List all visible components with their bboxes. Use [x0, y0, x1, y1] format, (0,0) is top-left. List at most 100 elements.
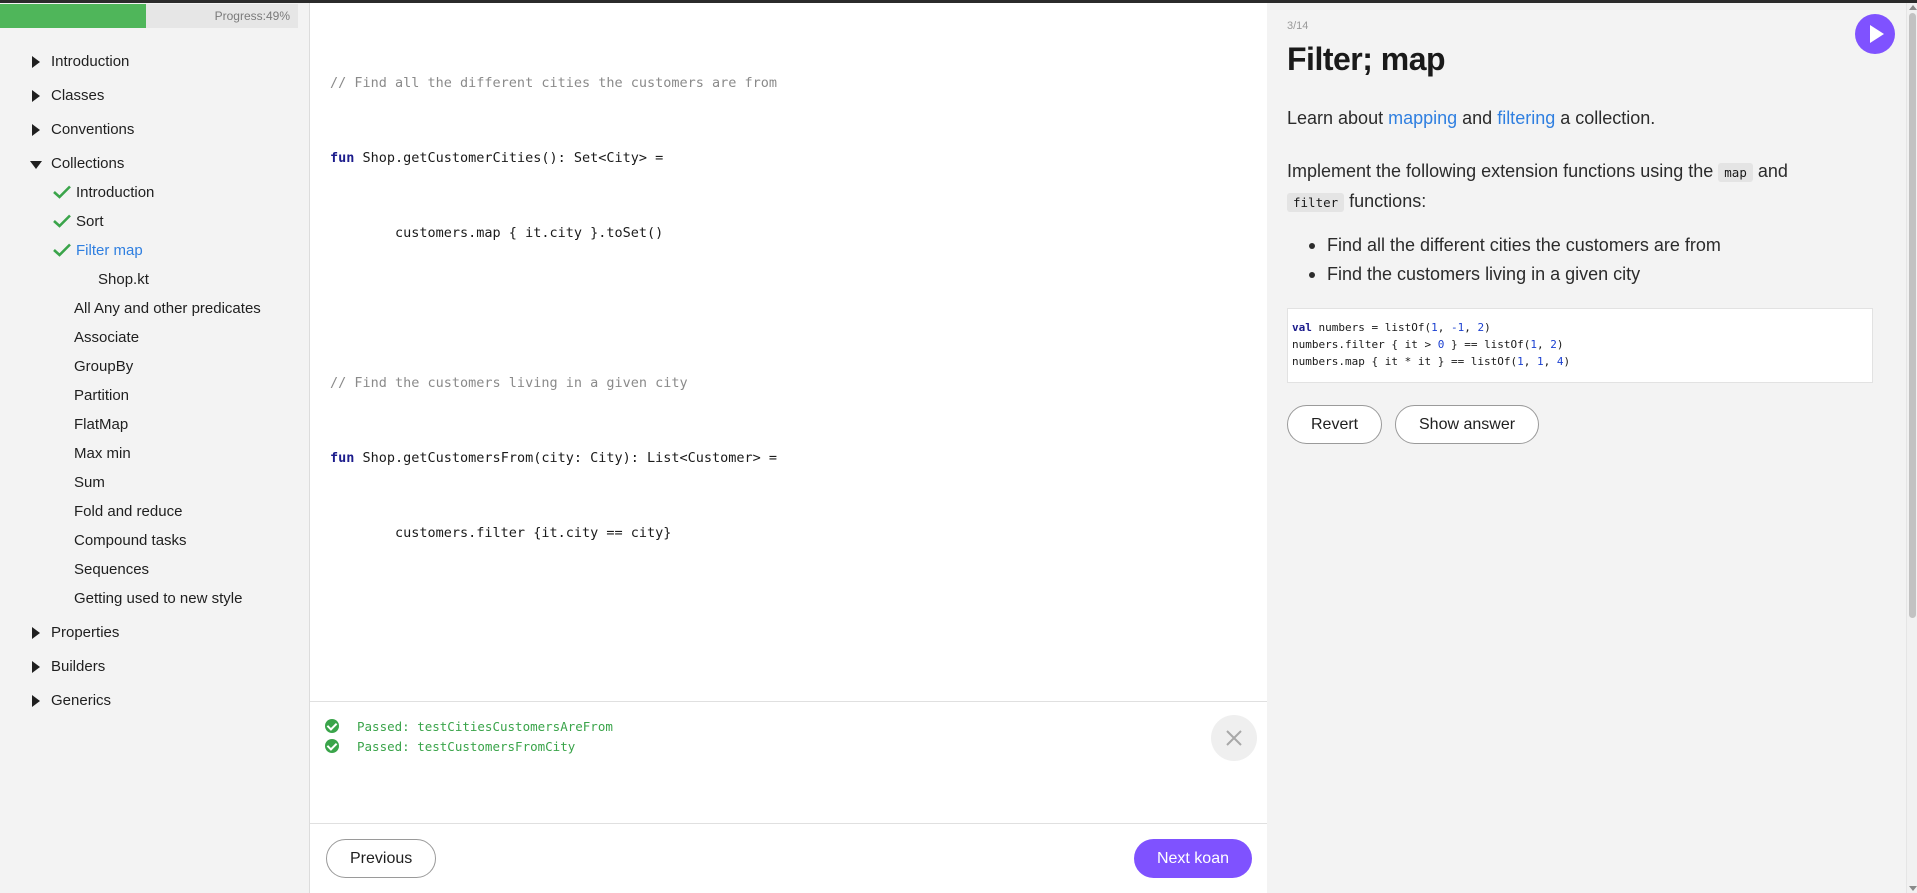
sidebar-item-label: FlatMap [74, 416, 129, 433]
show-answer-button[interactable]: Show answer [1395, 405, 1540, 444]
code-text-span: ) [1484, 321, 1491, 334]
code-number: 2 [1550, 338, 1557, 351]
next-koan-button[interactable]: Next koan [1133, 839, 1252, 878]
sidebar-section-generics[interactable]: Generics [32, 689, 111, 713]
check-circle-icon [325, 739, 339, 753]
mapping-link[interactable]: mapping [1388, 108, 1457, 128]
sidebar-item-sum[interactable]: Sum [74, 471, 105, 495]
sidebar-item-new-style[interactable]: Getting used to new style [74, 587, 242, 611]
progress-fill [0, 4, 146, 28]
sidebar-item-all-any[interactable]: All Any and other predicates [74, 297, 261, 321]
code-keyword: val [1292, 321, 1312, 334]
previous-button[interactable]: Previous [326, 839, 437, 878]
check-icon [53, 185, 71, 199]
sidebar-section-conventions[interactable]: Conventions [32, 118, 134, 142]
scroll-down-arrow-icon[interactable] [1909, 886, 1917, 891]
sample-line: val numbers = listOf(1, -1, 2) [1292, 319, 1868, 336]
page-scrollbar[interactable] [1906, 3, 1917, 893]
sidebar-item-associate[interactable]: Associate [74, 326, 139, 350]
instruction-text: and [1752, 161, 1788, 181]
sidebar-section-introduction[interactable]: Introduction [32, 50, 129, 74]
sidebar-item-groupby[interactable]: GroupBy [74, 355, 133, 379]
code-line: // Find all the different cities the cus… [330, 71, 777, 96]
sidebar-section-label: Builders [51, 658, 106, 675]
sidebar-item-compound-tasks[interactable]: Compound tasks [74, 529, 187, 553]
progress-text: Progress:49% [214, 9, 290, 23]
sidebar-item-label: Compound tasks [74, 532, 187, 549]
test-result-text: Passed: testCitiesCustomersAreFrom [357, 718, 613, 734]
sidebar-item-flatmap[interactable]: FlatMap [74, 413, 128, 437]
progress-bar: Progress:49% [0, 3, 309, 28]
triangle-right-icon [32, 627, 40, 639]
sidebar-item-sort[interactable]: Sort [0, 210, 300, 234]
task-bullet: Find the customers living in a given cit… [1309, 260, 1721, 289]
triangle-right-icon [32, 695, 40, 707]
code-text-span: , [1543, 355, 1557, 368]
code-text-span: customers.map { it.city }.toSet() [330, 225, 664, 241]
task-bullet: Find all the different cities the custom… [1309, 231, 1721, 260]
test-result-row: Passed: testCitiesCustomersAreFrom [325, 717, 613, 735]
code-text-span: numbers.filter { it > [1292, 338, 1438, 351]
koans-app: Progress:49% Introduction Classes Conven… [0, 3, 1917, 893]
sidebar-item-label: All Any and other predicates [74, 300, 261, 317]
code-text[interactable]: // Find all the different cities the cus… [330, 21, 777, 596]
sidebar-item-label: Max min [74, 445, 131, 462]
code-line: // Find the customers living in a given … [330, 371, 777, 396]
sidebar-item-collections-introduction[interactable]: Introduction [0, 181, 300, 205]
intro-text: Learn about [1287, 108, 1389, 128]
triangle-right-icon [32, 124, 40, 136]
revert-button[interactable]: Revert [1287, 405, 1383, 444]
inline-code-map: map [1718, 163, 1753, 182]
code-keyword: fun [330, 450, 355, 466]
sample-line: numbers.filter { it > 0 } == listOf(1, 2… [1292, 336, 1868, 353]
sample-line: numbers.map { it * it } == listOf(1, 1, … [1292, 353, 1868, 370]
code-text-span: numbers.map { it * it } == listOf( [1292, 355, 1518, 368]
code-text-span: numbers = listOf( [1311, 321, 1432, 334]
code-number: 1 [1517, 355, 1524, 368]
sidebar-section-label: Properties [51, 624, 120, 641]
code-text-span: , [1537, 338, 1551, 351]
sidebar-section-collections[interactable]: Collections [30, 152, 124, 176]
code-keyword: fun [330, 150, 355, 166]
sidebar-item-label: Filter map [76, 242, 143, 259]
sidebar-item-filter-map[interactable]: Filter map [0, 239, 300, 263]
check-circle-icon [325, 719, 339, 733]
sidebar-item-max-min[interactable]: Max min [74, 442, 131, 466]
test-result-row: Passed: testCustomersFromCity [325, 737, 575, 755]
sidebar: Progress:49% Introduction Classes Conven… [0, 3, 310, 893]
triangle-right-icon [32, 661, 40, 673]
test-result-text: Passed: testCustomersFromCity [357, 738, 576, 754]
sidebar-section-classes[interactable]: Classes [32, 84, 104, 108]
sidebar-section-label: Conventions [51, 121, 135, 138]
code-text-span: ) [1563, 355, 1571, 368]
instruction-text: functions: [1344, 191, 1427, 211]
scroll-up-arrow-icon[interactable] [1909, 5, 1917, 10]
filtering-link[interactable]: filtering [1497, 108, 1555, 128]
code-line: customers.map { it.city }.toSet() [330, 221, 777, 246]
task-description: 3/14 Filter; map Learn about mapping and… [1267, 3, 1906, 893]
close-results-button[interactable] [1211, 715, 1257, 761]
sidebar-file-shop-kt[interactable]: Shop.kt [98, 268, 149, 292]
code-line: fun Shop.getCustomerCities(): Set<City> … [330, 146, 777, 171]
code-text-span: , [1437, 321, 1451, 334]
code-line: customers.filter {it.city == city} [330, 521, 777, 546]
intro-text: a collection. [1555, 108, 1656, 128]
sidebar-section-label: Collections [51, 155, 125, 172]
run-button[interactable] [1855, 14, 1895, 54]
code-text-span: , [1523, 355, 1538, 368]
sidebar-section-label: Classes [51, 87, 105, 104]
sidebar-item-sequences[interactable]: Sequences [74, 558, 149, 582]
sidebar-file-label: Shop.kt [98, 271, 149, 288]
code-editor[interactable]: // Find all the different cities the cus… [310, 3, 1267, 700]
code-number: -1 [1450, 321, 1465, 334]
sidebar-section-builders[interactable]: Builders [32, 655, 105, 679]
sidebar-item-partition[interactable]: Partition [74, 384, 129, 408]
code-text-span: } == listOf( [1444, 338, 1531, 351]
scrollbar-thumb[interactable] [1909, 13, 1916, 618]
koan-navigation: Previous Next koan [310, 823, 1267, 893]
sidebar-item-fold-reduce[interactable]: Fold and reduce [74, 500, 182, 524]
intro-text: and [1457, 108, 1498, 128]
task-title: Filter; map [1287, 41, 1446, 77]
sidebar-section-properties[interactable]: Properties [32, 621, 119, 645]
